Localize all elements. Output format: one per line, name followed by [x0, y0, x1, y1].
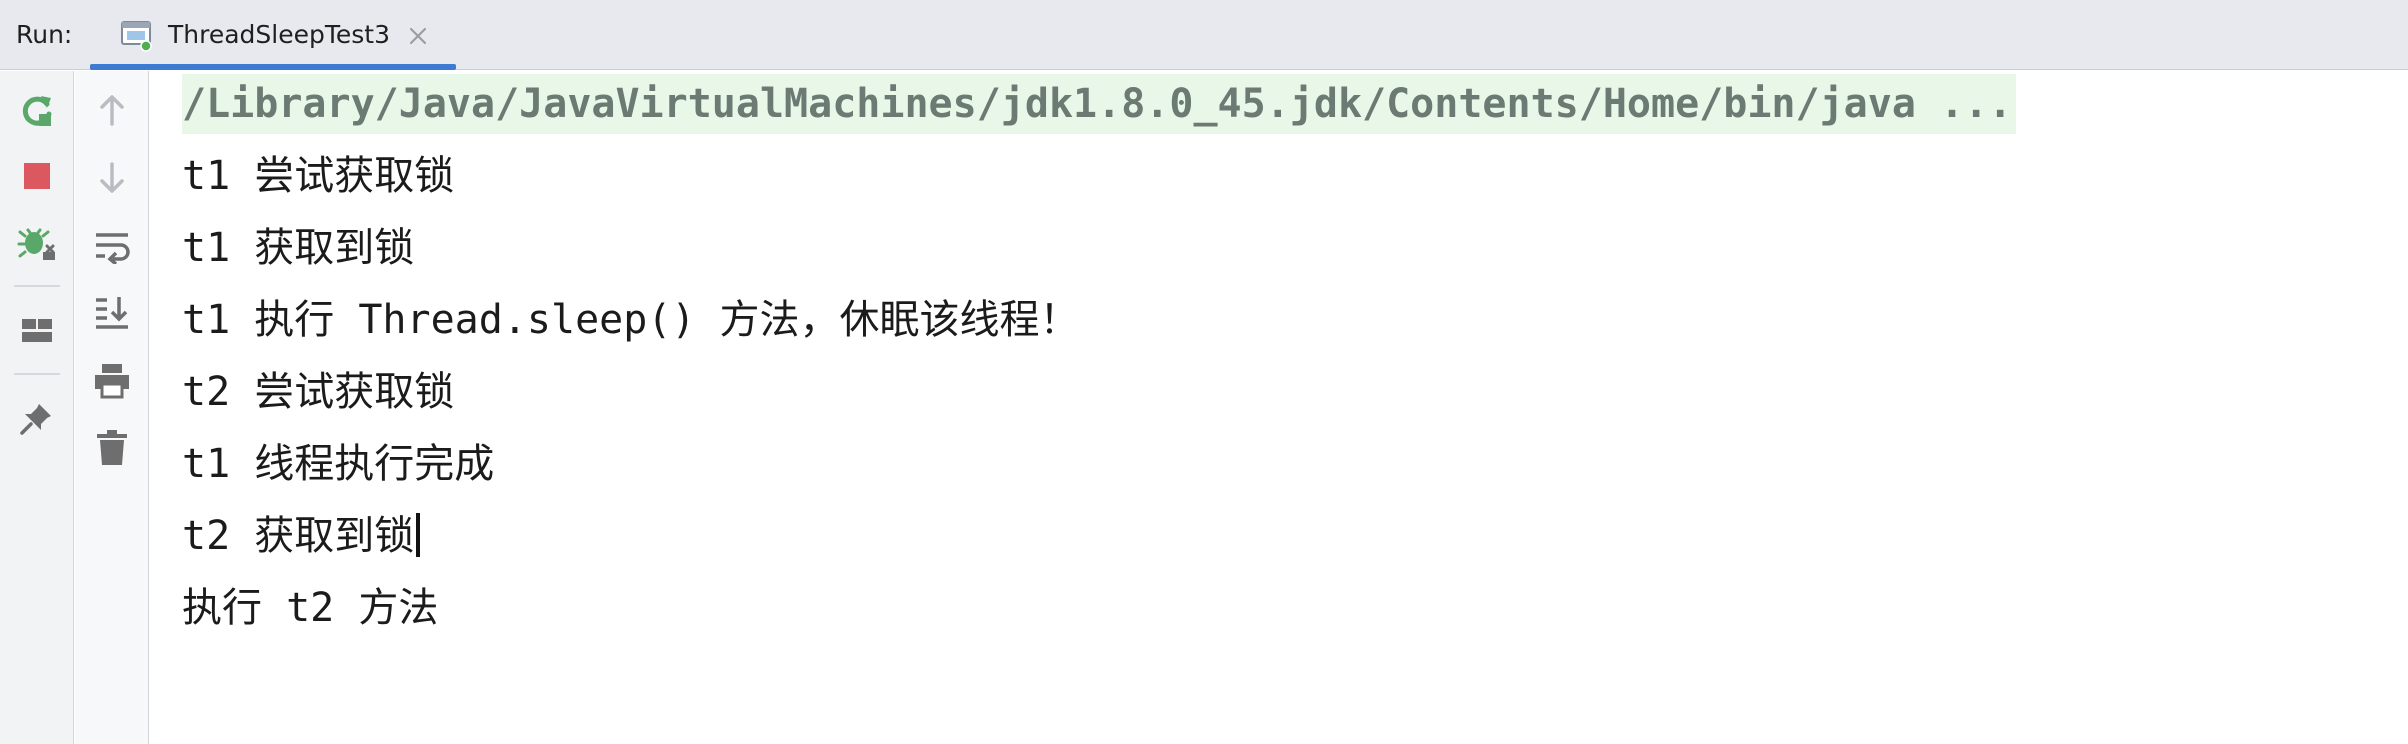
- pin-icon[interactable]: [14, 395, 60, 441]
- close-icon[interactable]: [406, 24, 430, 48]
- tab-label: ThreadSleepTest3: [168, 20, 390, 49]
- console-line: 执行 t2 方法: [182, 585, 439, 631]
- console-line: t1 尝试获取锁: [182, 153, 455, 199]
- scroll-to-end-icon[interactable]: [89, 289, 135, 335]
- debug-rerun-icon[interactable]: [14, 219, 60, 265]
- tab-active-indicator: [90, 64, 456, 70]
- rerun-icon[interactable]: [14, 87, 60, 133]
- console-line-text: t2 获取到锁: [182, 513, 415, 559]
- text-caret: [416, 513, 421, 557]
- run-header: Run: ThreadSleepTest3: [0, 0, 2408, 70]
- down-arrow-icon[interactable]: [89, 155, 135, 201]
- console-line: t2 尝试获取锁: [182, 369, 455, 415]
- console-toolbar: [75, 71, 149, 744]
- run-tool-window: Run: ThreadSleepTest3 /Library/Java/Java…: [0, 0, 2408, 744]
- stop-icon[interactable]: [14, 153, 60, 199]
- up-arrow-icon[interactable]: [89, 87, 135, 133]
- application-config-icon: [120, 18, 154, 52]
- toolbar-separator: [14, 285, 60, 287]
- console-line: t1 获取到锁: [182, 225, 415, 271]
- console-line-with-caret: t2 获取到锁: [182, 506, 421, 566]
- print-icon[interactable]: [89, 357, 135, 403]
- toolbar-separator: [14, 373, 60, 375]
- console-output[interactable]: /Library/Java/JavaVirtualMachines/jdk1.8…: [150, 71, 2408, 744]
- console-line: t1 执行 Thread.sleep() 方法，休眠该线程！: [182, 297, 1080, 343]
- tab-thread-sleep-test3[interactable]: ThreadSleepTest3: [90, 0, 456, 70]
- command-line: /Library/Java/JavaVirtualMachines/jdk1.8…: [182, 74, 2017, 134]
- trash-icon[interactable]: [89, 425, 135, 471]
- console-line: t1 线程执行完成: [182, 441, 495, 487]
- layout-icon[interactable]: [14, 307, 60, 353]
- soft-wrap-icon[interactable]: [89, 223, 135, 269]
- run-toolbar: [0, 71, 74, 744]
- run-label: Run:: [16, 20, 73, 49]
